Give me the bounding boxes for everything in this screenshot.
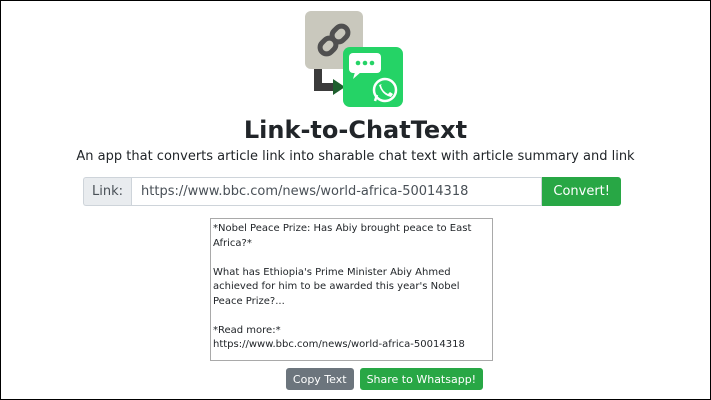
app-title: Link-to-ChatText xyxy=(243,116,468,144)
link-label: Link: xyxy=(83,177,132,206)
convert-button[interactable]: Convert! xyxy=(542,177,621,206)
url-input[interactable] xyxy=(131,177,543,206)
share-whatsapp-button[interactable]: Share to Whatsapp! xyxy=(359,368,484,390)
copy-text-button[interactable]: Copy Text xyxy=(285,368,354,390)
link-to-whatsapp-logo-icon xyxy=(305,11,403,107)
app-subtitle: An app that converts article link into s… xyxy=(76,149,635,164)
action-buttons: Copy Text Share to Whatsapp! xyxy=(0,368,711,390)
chat-text-output[interactable]: *Nobel Peace Prize: Has Abiy brought pea… xyxy=(210,218,493,361)
link-input-group: Link: Convert! xyxy=(83,177,621,206)
